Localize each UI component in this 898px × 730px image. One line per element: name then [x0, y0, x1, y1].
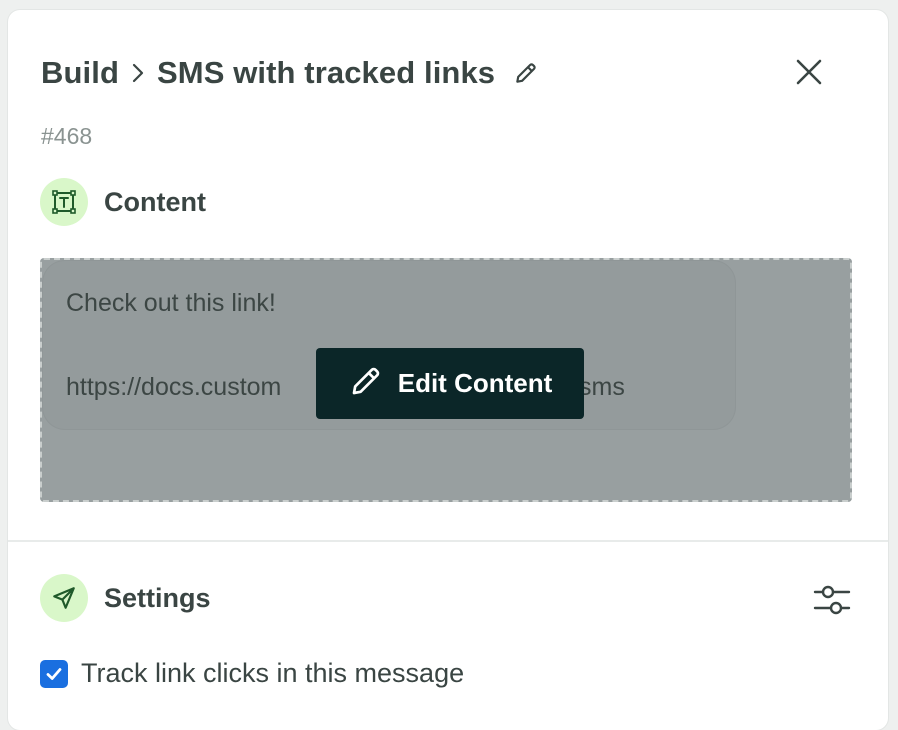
- content-preview[interactable]: Check out this link! https://docs.custom…: [40, 258, 852, 502]
- edit-content-label: Edit Content: [397, 368, 553, 398]
- close-icon[interactable]: [789, 52, 829, 92]
- settings-section-header: Settings: [40, 574, 211, 622]
- breadcrumb-current: SMS with tracked links: [157, 55, 496, 90]
- chevron-right-icon: [131, 61, 145, 85]
- sliders-icon[interactable]: [812, 580, 852, 620]
- breadcrumb-parent[interactable]: Build: [41, 55, 119, 91]
- section-divider: [8, 540, 888, 542]
- message-id: #468: [41, 123, 93, 149]
- track-clicks-row: Track link clicks in this message: [40, 658, 464, 689]
- settings-section-title: Settings: [104, 582, 211, 613]
- pencil-icon: [348, 363, 384, 404]
- breadcrumb: Build SMS with tracked links: [41, 52, 855, 94]
- sms-text-line-2: https://docs.custom: [66, 373, 282, 401]
- track-clicks-checkbox[interactable]: [40, 659, 68, 688]
- send-icon: [40, 574, 88, 622]
- message-detail-panel: Build SMS with tracked links #468 Conten…: [8, 10, 888, 730]
- check-icon: [46, 667, 62, 680]
- pencil-icon[interactable]: [513, 60, 539, 86]
- track-clicks-label[interactable]: Track link clicks in this message: [81, 658, 464, 689]
- sms-text-line-1: Check out this link!: [66, 289, 276, 317]
- text-frame-icon: [40, 178, 88, 226]
- edit-content-button[interactable]: Edit Content: [316, 348, 584, 419]
- content-section-title: Content: [104, 186, 206, 217]
- sms-text-line-2-tail: sms: [579, 373, 625, 401]
- content-section-header: Content: [40, 178, 206, 226]
